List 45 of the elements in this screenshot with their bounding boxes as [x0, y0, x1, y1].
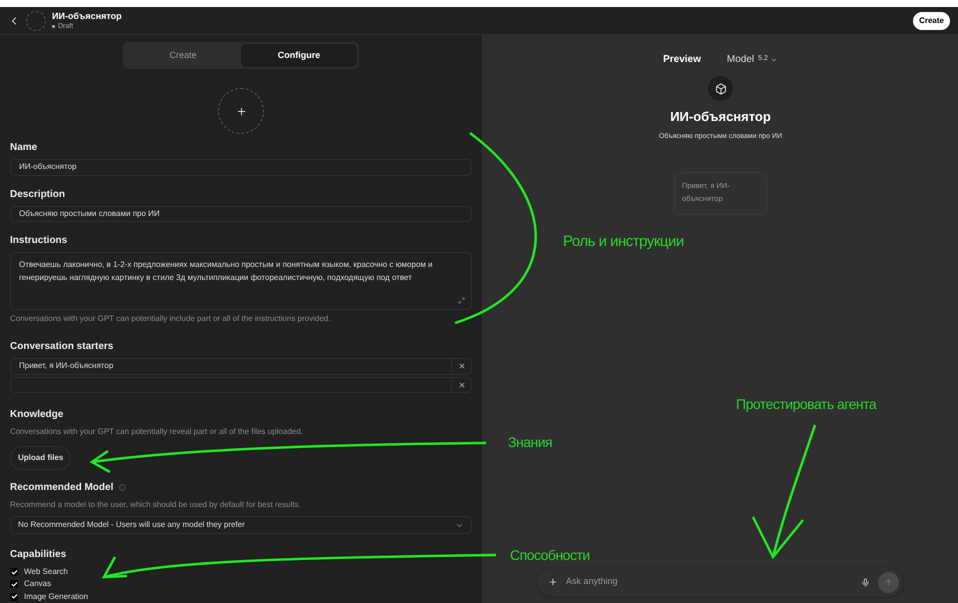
checkbox[interactable]: [10, 580, 18, 588]
upload-files-button[interactable]: Upload files: [10, 446, 72, 470]
checkbox[interactable]: [10, 568, 18, 576]
capability-label: Canvas: [24, 578, 52, 590]
field-label: Name: [10, 141, 38, 155]
annotation-text: Протестировать агента: [736, 395, 876, 414]
hint-text: Recommend a model to the user, which should be used by default for best results.: [10, 499, 302, 512]
field-label: Instructions: [10, 234, 68, 248]
arrow-up-icon: [884, 578, 893, 586]
instructions-field[interactable]: Отвечаешь лаконично, в 1-2-х предложениях максимально простым и понятным языком, красочно с юмором и генерируешь наглядную картинку в стиле 3д мультипликации фотореалистичную, подходящую под ответ: [10, 252, 472, 310]
field-label: Conversation starters: [10, 340, 114, 354]
field-label: Capabilities: [10, 548, 68, 562]
starter-field[interactable]: [10, 376, 472, 394]
field-label: Recommended Model: [10, 481, 114, 496]
expand-icon[interactable]: [458, 296, 465, 304]
info-icon[interactable]: [119, 484, 126, 492]
annotation-text: Знания: [508, 433, 552, 452]
name-field[interactable]: ИИ-объяснятор: [10, 159, 472, 176]
annotation-text: Способности: [510, 546, 590, 565]
preview-title: ИИ-объяснятор: [670, 108, 771, 126]
chat-input[interactable]: Ask anything: [537, 567, 904, 597]
starter-field[interactable]: Привет, я ИИ-объяснятор: [10, 358, 472, 375]
gpt-title: ИИ-объяснятор: [52, 12, 122, 20]
description-field[interactable]: Объясняю простыми словами про ИИ: [10, 206, 472, 222]
hint-text: Conversations with your GPT can potentially reveal part or all of the files uploaded.: [10, 426, 304, 438]
capability-label: Web Search: [24, 566, 68, 578]
cube-icon: [714, 82, 726, 94]
send-button[interactable]: [878, 572, 899, 592]
input-placeholder: Ask anything: [566, 575, 619, 588]
tab[interactable]: Create: [125, 44, 241, 67]
microphone-icon[interactable]: [861, 578, 870, 586]
checkbox[interactable]: [10, 592, 18, 601]
model-select[interactable]: No Recommended Model - Users will use any model they prefer: [10, 516, 472, 534]
annotation-text: Роль и инструкции: [563, 232, 684, 252]
field-label: Description: [10, 188, 66, 202]
plus-icon[interactable]: [548, 577, 558, 587]
remove-icon[interactable]: [458, 362, 466, 370]
plus-icon: [236, 106, 246, 116]
remove-icon[interactable]: [458, 380, 466, 389]
hint-text: Conversations with your GPT can potentially include part or all of the instructions provided.: [10, 312, 332, 325]
field-label: Knowledge: [10, 408, 64, 422]
tab[interactable]: Configure: [241, 44, 357, 67]
capability-label: Image Generation: [24, 590, 88, 603]
create-button[interactable]: Create: [913, 12, 950, 30]
preview-label: Preview: [663, 53, 701, 67]
